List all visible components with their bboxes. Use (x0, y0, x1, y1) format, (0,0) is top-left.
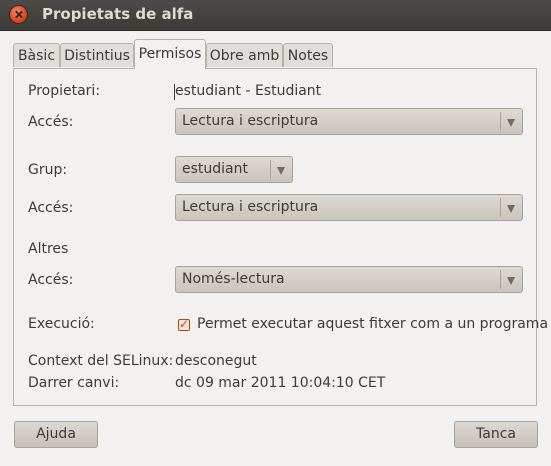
owner-access-dropdown[interactable]: Lectura i escriptura (175, 108, 523, 135)
group-access-label: Accés: (28, 200, 74, 216)
title-bar: Propietats de alfa (0, 0, 551, 31)
dropdown-separator (500, 112, 501, 131)
group-access-value: Lectura i escriptura (182, 199, 319, 215)
checkmark-icon: ✓ (179, 317, 190, 331)
owner-label: Propietari: (28, 83, 101, 99)
others-access-dropdown[interactable]: Només-lectura (175, 266, 523, 293)
dropdown-separator (500, 270, 501, 289)
execution-checkbox-label[interactable]: Permet executar aquest fitxer com a un p… (197, 316, 548, 332)
last-change-value: dc 09 mar 2011 10:04:10 CET (175, 375, 386, 391)
tab-obre-amb[interactable]: Obre amb (206, 43, 283, 67)
group-value: estudiant (182, 161, 248, 177)
help-button[interactable]: Ajuda (14, 421, 98, 448)
tab-basic[interactable]: Bàsic (13, 43, 60, 67)
others-label: Altres (28, 241, 69, 257)
owner-access-value: Lectura i escriptura (182, 113, 319, 129)
permissions-panel: Propietari: estudiant - Estudiant Accés:… (13, 68, 548, 406)
execution-checkbox[interactable]: ✓ (178, 317, 190, 331)
selinux-value: desconegut (175, 353, 257, 369)
group-label: Grup: (28, 162, 68, 178)
dropdown-separator (500, 198, 501, 217)
dropdown-separator (270, 160, 271, 179)
tab-permisos[interactable]: Permisos (134, 39, 206, 69)
window-title: Propietats de alfa (42, 5, 194, 23)
selinux-label: Context del SELinux: (28, 353, 174, 369)
group-dropdown[interactable]: estudiant (175, 156, 293, 183)
dropdown-arrow-icon (507, 205, 515, 213)
dropdown-arrow-icon (277, 167, 285, 175)
others-access-value: Només-lectura (182, 271, 285, 287)
tab-notes[interactable]: Notes (283, 43, 333, 67)
owner-access-label: Accés: (28, 114, 74, 130)
execution-label: Execució: (28, 316, 95, 332)
group-access-dropdown[interactable]: Lectura i escriptura (175, 194, 523, 221)
close-icon[interactable] (10, 6, 27, 23)
last-change-label: Darrer canvi: (28, 375, 120, 391)
tab-distintius[interactable]: Distintius (60, 43, 134, 67)
dropdown-arrow-icon (507, 277, 515, 285)
others-access-label: Accés: (28, 272, 74, 288)
owner-value: estudiant - Estudiant (175, 83, 322, 99)
close-button[interactable]: Tanca (454, 421, 538, 448)
dropdown-arrow-icon (507, 119, 515, 127)
